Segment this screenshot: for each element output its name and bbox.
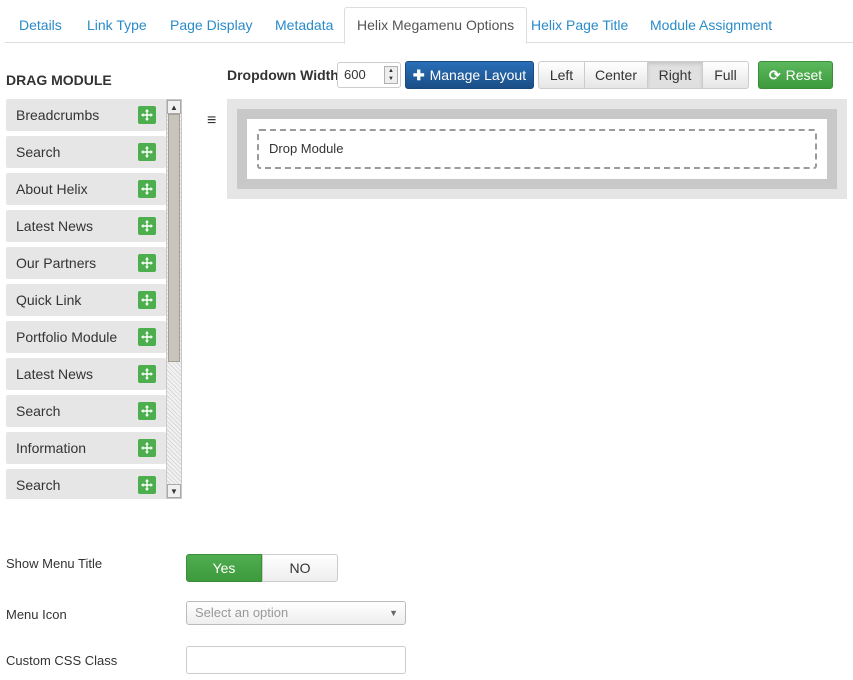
chevron-down-icon: ▼ [389,608,398,618]
reset-button[interactable]: ⟳ Reset [758,61,833,89]
move-icon[interactable] [138,180,156,198]
drop-module-label: Drop Module [269,141,344,156]
dropdown-width-label: Dropdown Width [227,67,339,83]
move-icon[interactable] [138,328,156,346]
module-item-label: About Helix [16,181,88,197]
module-item-label: Breadcrumbs [16,107,100,123]
scroll-up-arrow-icon[interactable]: ▲ [167,100,181,114]
drag-module-title: DRAG MODULE [6,72,112,88]
manage-layout-button[interactable]: ✚ Manage Layout [405,61,534,89]
hamburger-icon[interactable]: ≡ [207,112,216,130]
module-item-latest-news-2[interactable]: Latest News [6,358,166,390]
refresh-icon: ⟳ [768,66,781,83]
module-item-label: Portfolio Module [16,329,118,345]
module-item-about-helix[interactable]: About Helix [6,173,166,205]
align-full-button[interactable]: Full [702,61,749,89]
move-icon[interactable] [138,402,156,420]
module-item-label: Search [16,477,61,493]
plus-icon: ✚ [412,66,425,83]
tab-page-display[interactable]: Page Display [170,7,253,43]
spinner-up-icon[interactable]: ▲ [385,67,397,75]
drag-module-list: Breadcrumbs Search About Helix Latest Ne… [6,99,166,499]
show-menu-title-toggle: Yes NO [186,554,338,582]
alignment-button-group: Left Center Right Full [538,61,749,89]
move-icon[interactable] [138,291,156,309]
module-item-latest-news[interactable]: Latest News [6,210,166,242]
dropdown-width-value: 600 [344,67,366,82]
move-icon[interactable] [138,476,156,494]
module-item-label: Latest News [16,366,94,382]
custom-css-class-label: Custom CSS Class [6,653,118,668]
tab-helix-page-title[interactable]: Helix Page Title [531,7,628,43]
show-menu-title-label: Show Menu Title [6,556,103,571]
align-center-button[interactable]: Center [584,61,648,89]
reset-label: Reset [785,67,823,83]
module-item-label: Search [16,144,61,160]
module-item-search-2[interactable]: Search [6,395,166,427]
move-icon[interactable] [138,143,156,161]
move-icon[interactable] [138,217,156,235]
scroll-down-arrow-icon[interactable]: ▼ [167,484,181,498]
manage-layout-label: Manage Layout [429,67,527,83]
tab-link-type[interactable]: Link Type [87,7,147,43]
layout-column: Drop Module [247,119,827,179]
module-item-quick-link[interactable]: Quick Link [6,284,166,316]
number-spinner[interactable]: ▲ ▼ [384,66,398,84]
menu-icon-placeholder: Select an option [195,605,289,620]
move-icon[interactable] [138,254,156,272]
dropdown-width-input[interactable]: 600 ▲ ▼ [337,62,401,88]
align-right-button[interactable]: Right [647,61,703,89]
module-list-scrollbar[interactable]: ▲ ▼ [166,99,182,499]
module-drop-zone[interactable]: Drop Module [257,129,817,169]
spinner-down-icon[interactable]: ▼ [385,75,397,83]
module-item-search[interactable]: Search [6,136,166,168]
menu-icon-label: Menu Icon [6,607,67,622]
module-item-label: Our Partners [16,255,97,271]
menu-icon-select[interactable]: Select an option ▼ [186,601,406,625]
move-icon[interactable] [138,106,156,124]
show-menu-title-yes-button[interactable]: Yes [186,554,262,582]
module-item-information[interactable]: Information [6,432,166,464]
module-item-label: Search [16,403,61,419]
module-item-label: Quick Link [16,292,82,308]
align-left-button[interactable]: Left [538,61,585,89]
tab-helix-megamenu-options[interactable]: Helix Megamenu Options [344,7,528,44]
megamenu-layout-area: Drop Module [227,99,847,199]
tab-details[interactable]: Details [19,7,62,43]
layout-row: Drop Module [237,109,837,189]
move-icon[interactable] [138,365,156,383]
show-menu-title-no-button[interactable]: NO [262,554,338,582]
custom-css-class-input[interactable] [186,646,406,674]
move-icon[interactable] [138,439,156,457]
tab-bar: Details Link Type Page Display Metadata … [5,7,853,44]
tab-module-assignment[interactable]: Module Assignment [650,7,772,43]
scroll-thumb[interactable] [168,114,180,362]
module-item-search-3[interactable]: Search [6,469,166,499]
module-item-our-partners[interactable]: Our Partners [6,247,166,279]
module-item-label: Latest News [16,218,94,234]
module-item-label: Information [16,440,87,456]
module-item-breadcrumbs[interactable]: Breadcrumbs [6,99,166,131]
module-item-portfolio-module[interactable]: Portfolio Module [6,321,166,353]
tab-metadata[interactable]: Metadata [275,7,333,43]
